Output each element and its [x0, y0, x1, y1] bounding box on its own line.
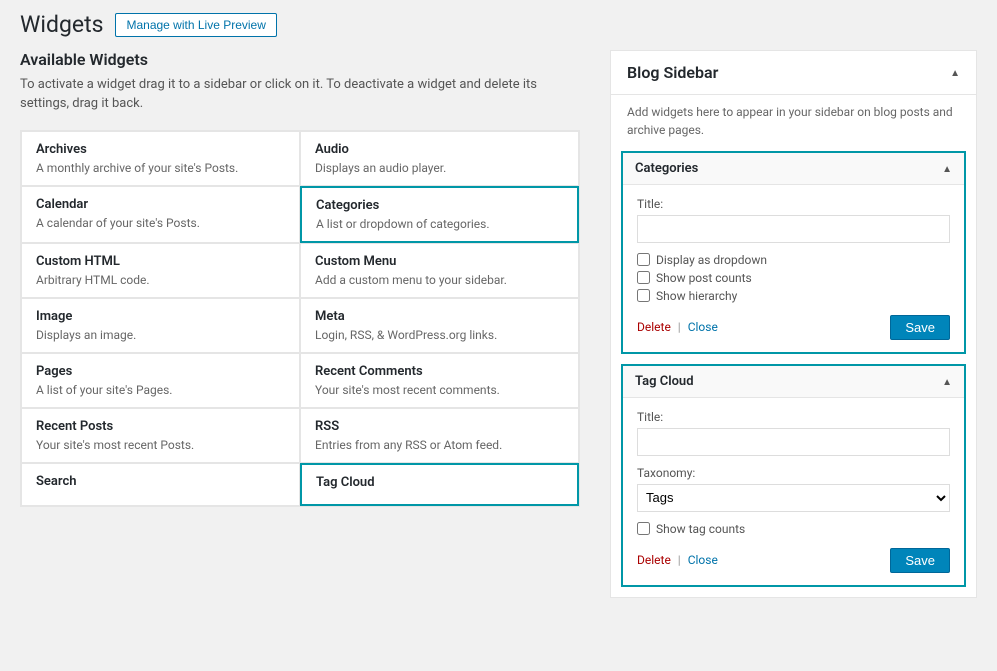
- categories-widget-body: Title: Display as dropdown Show post cou…: [623, 185, 964, 352]
- show-hierarchy-label: Show hierarchy: [656, 289, 737, 303]
- tag-cloud-title-label: Title:: [637, 410, 950, 424]
- widget-search-name: Search: [36, 474, 285, 489]
- blog-sidebar-collapse-icon[interactable]: [950, 65, 960, 80]
- tag-cloud-widget-header[interactable]: Tag Cloud: [623, 366, 964, 398]
- widget-pages[interactable]: Pages A list of your site's Pages.: [21, 353, 300, 408]
- widgets-grid: Archives A monthly archive of your site'…: [20, 130, 580, 507]
- widget-meta-desc: Login, RSS, & WordPress.org links.: [315, 328, 564, 342]
- live-preview-button[interactable]: Manage with Live Preview: [115, 13, 276, 37]
- widget-rss[interactable]: RSS Entries from any RSS or Atom feed.: [300, 408, 579, 463]
- widget-custom-menu-name: Custom Menu: [315, 254, 564, 269]
- widget-recent-comments-name: Recent Comments: [315, 364, 564, 379]
- tag-cloud-taxonomy-row: Taxonomy: Tags Categories Post Formats: [637, 466, 950, 512]
- categories-title-row: Title:: [637, 197, 950, 243]
- tag-cloud-widget-body: Title: Taxonomy: Tags Categories Post Fo…: [623, 398, 964, 585]
- available-widgets-description: To activate a widget drag it to a sideba…: [20, 75, 580, 114]
- display-dropdown-row: Display as dropdown: [637, 253, 950, 267]
- widget-custom-html-desc: Arbitrary HTML code.: [36, 273, 285, 287]
- blog-sidebar-description: Add widgets here to appear in your sideb…: [611, 95, 976, 151]
- widget-categories-name: Categories: [316, 198, 563, 213]
- tag-cloud-save-button[interactable]: Save: [890, 548, 950, 573]
- tag-cloud-sidebar-widget: Tag Cloud Title: Taxonomy: Tags Cate: [621, 364, 966, 587]
- blog-sidebar-title: Blog Sidebar: [627, 63, 718, 82]
- categories-widget-header[interactable]: Categories: [623, 153, 964, 185]
- widget-search[interactable]: Search: [21, 463, 300, 506]
- widget-calendar-desc: A calendar of your site's Posts.: [36, 216, 285, 230]
- widget-image-name: Image: [36, 309, 285, 324]
- categories-separator: |: [678, 320, 684, 334]
- tag-cloud-widget-collapse-icon[interactable]: [942, 374, 952, 389]
- categories-title-label: Title:: [637, 197, 950, 211]
- widget-rss-desc: Entries from any RSS or Atom feed.: [315, 438, 564, 452]
- tag-cloud-title-row: Title:: [637, 410, 950, 456]
- widget-custom-html[interactable]: Custom HTML Arbitrary HTML code.: [21, 243, 300, 298]
- tag-cloud-widget-links: Delete | Close: [637, 553, 718, 567]
- page-title: Widgets: [20, 10, 103, 40]
- tag-cloud-widget-actions: Delete | Close Save: [637, 548, 950, 573]
- tag-cloud-delete-link[interactable]: Delete: [637, 553, 671, 567]
- available-widgets-title: Available Widgets: [20, 50, 580, 69]
- widget-rss-name: RSS: [315, 419, 564, 434]
- widget-archives-name: Archives: [36, 142, 285, 157]
- widget-custom-menu-desc: Add a custom menu to your sidebar.: [315, 273, 564, 287]
- categories-save-button[interactable]: Save: [890, 315, 950, 340]
- widget-custom-menu[interactable]: Custom Menu Add a custom menu to your si…: [300, 243, 579, 298]
- show-hierarchy-row: Show hierarchy: [637, 289, 950, 303]
- widget-recent-posts-desc: Your site's most recent Posts.: [36, 438, 285, 452]
- categories-widget-title: Categories: [635, 161, 698, 176]
- page-wrapper: Widgets Manage with Live Preview Availab…: [0, 0, 997, 671]
- right-panel: Blog Sidebar Add widgets here to appear …: [610, 50, 977, 598]
- widget-meta[interactable]: Meta Login, RSS, & WordPress.org links.: [300, 298, 579, 353]
- widget-meta-name: Meta: [315, 309, 564, 324]
- categories-close-link[interactable]: Close: [688, 320, 718, 334]
- tag-cloud-separator: |: [678, 553, 684, 567]
- widget-categories-desc: A list or dropdown of categories.: [316, 217, 563, 231]
- left-panel: Available Widgets To activate a widget d…: [20, 50, 580, 598]
- display-dropdown-label: Display as dropdown: [656, 253, 767, 267]
- widget-calendar-name: Calendar: [36, 197, 285, 212]
- widget-archives-desc: A monthly archive of your site's Posts.: [36, 161, 285, 175]
- widget-audio-name: Audio: [315, 142, 564, 157]
- show-tag-counts-row: Show tag counts: [637, 522, 950, 536]
- widget-recent-comments[interactable]: Recent Comments Your site's most recent …: [300, 353, 579, 408]
- categories-widget-collapse-icon[interactable]: [942, 161, 952, 176]
- widget-recent-posts[interactable]: Recent Posts Your site's most recent Pos…: [21, 408, 300, 463]
- categories-widget-links: Delete | Close: [637, 320, 718, 334]
- tag-cloud-taxonomy-select[interactable]: Tags Categories Post Formats: [637, 484, 950, 512]
- tag-cloud-close-link[interactable]: Close: [688, 553, 718, 567]
- widget-image-desc: Displays an image.: [36, 328, 285, 342]
- widget-categories[interactable]: Categories A list or dropdown of categor…: [300, 186, 579, 243]
- widget-tag-cloud-name: Tag Cloud: [316, 475, 563, 490]
- widget-audio-desc: Displays an audio player.: [315, 161, 564, 175]
- show-post-counts-row: Show post counts: [637, 271, 950, 285]
- widget-image[interactable]: Image Displays an image.: [21, 298, 300, 353]
- display-dropdown-checkbox[interactable]: [637, 253, 650, 266]
- widget-pages-name: Pages: [36, 364, 285, 379]
- widget-audio[interactable]: Audio Displays an audio player.: [300, 131, 579, 186]
- page-header: Widgets Manage with Live Preview: [0, 0, 997, 40]
- widget-calendar[interactable]: Calendar A calendar of your site's Posts…: [21, 186, 300, 243]
- categories-delete-link[interactable]: Delete: [637, 320, 671, 334]
- widget-tag-cloud[interactable]: Tag Cloud: [300, 463, 579, 506]
- show-tag-counts-checkbox[interactable]: [637, 522, 650, 535]
- widget-recent-comments-desc: Your site's most recent comments.: [315, 383, 564, 397]
- categories-widget-actions: Delete | Close Save: [637, 315, 950, 340]
- widget-recent-posts-name: Recent Posts: [36, 419, 285, 434]
- widget-pages-desc: A list of your site's Pages.: [36, 383, 285, 397]
- blog-sidebar-header: Blog Sidebar: [611, 51, 976, 95]
- blog-sidebar-container: Blog Sidebar Add widgets here to appear …: [610, 50, 977, 598]
- show-hierarchy-checkbox[interactable]: [637, 289, 650, 302]
- tag-cloud-title-input[interactable]: [637, 428, 950, 456]
- show-tag-counts-label: Show tag counts: [656, 522, 745, 536]
- widget-custom-html-name: Custom HTML: [36, 254, 285, 269]
- main-content: Available Widgets To activate a widget d…: [0, 40, 997, 608]
- show-post-counts-checkbox[interactable]: [637, 271, 650, 284]
- show-post-counts-label: Show post counts: [656, 271, 752, 285]
- categories-title-input[interactable]: [637, 215, 950, 243]
- tag-cloud-widget-title: Tag Cloud: [635, 374, 694, 389]
- widget-archives[interactable]: Archives A monthly archive of your site'…: [21, 131, 300, 186]
- categories-sidebar-widget: Categories Title: Display as dropdown: [621, 151, 966, 354]
- tag-cloud-taxonomy-label: Taxonomy:: [637, 466, 950, 480]
